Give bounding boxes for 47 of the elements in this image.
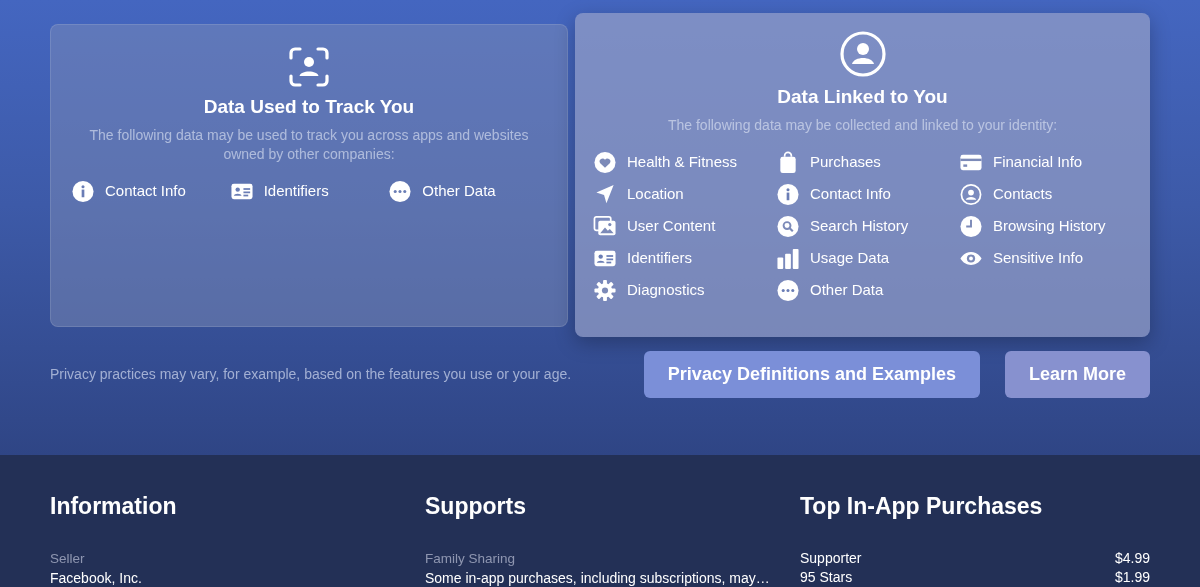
learn-more-button[interactable]: Learn More [1004, 351, 1150, 398]
bar-graph-icon [776, 246, 800, 270]
data-type-label: Financial Info [993, 151, 1083, 172]
face-scan-icon [289, 47, 329, 87]
data-type-label: Contact Info [810, 183, 891, 204]
info-label: Seller [50, 549, 86, 568]
gear-icon [593, 278, 617, 302]
info-label: Family Sharing [425, 549, 517, 568]
data-type-label: Health & Fitness [627, 151, 738, 172]
purchase-price: $4.99 [1114, 548, 1150, 568]
card-description: The following data may be used to track you across apps and websites owned by other companies: [88, 125, 530, 164]
section-heading: Supports [425, 492, 527, 521]
data-type-label: Identifiers [263, 180, 329, 201]
data-type-label: Other Data [422, 180, 496, 201]
info-icon [776, 182, 800, 206]
person-circle-icon [839, 31, 886, 77]
data-type-label: Diagnostics [627, 279, 705, 300]
purchase-price: $1.99 [1114, 567, 1150, 587]
data-type-label: Location [627, 183, 684, 204]
photos-icon [593, 214, 617, 238]
privacy-note: Privacy practices may vary, for example, based on the features you use or your age. [50, 365, 573, 384]
person-circle-icon [959, 182, 983, 206]
data-type-label: Identifiers [627, 247, 693, 268]
section-heading: Information [50, 492, 178, 521]
info-icon [71, 179, 95, 203]
data-type-label: User Content [627, 215, 716, 236]
info-value: Some in-app purchases, including subscriptions, may… [425, 568, 771, 587]
section-heading: Top In-App Purchases [800, 492, 1044, 521]
data-type-label: Contact Info [105, 180, 186, 201]
info-value: Facebook, Inc. [50, 568, 143, 587]
data-type-label: Usage Data [810, 247, 890, 268]
more-icon [388, 179, 413, 203]
purchase-name: Supporter [800, 548, 862, 568]
data-type-label: Purchases [810, 151, 881, 172]
card-description: The following data may be collected and linked to your identity: [666, 115, 1059, 135]
clock-icon [959, 214, 983, 238]
privacy-definitions-button[interactable]: Privacy Definitions and Examples [643, 351, 980, 398]
search-icon [776, 214, 800, 238]
data-type-label: Browsing History [993, 215, 1106, 236]
data-type-label: Contacts [993, 183, 1053, 204]
data-type-label: Sensitive Info [993, 247, 1084, 268]
data-type-label: Search History [810, 215, 909, 236]
data-type-label: Other Data [810, 279, 884, 300]
card-title: Data Linked to You [776, 85, 949, 109]
purchase-name: 95 Stars [800, 567, 853, 587]
card-title: Data Used to Track You [202, 95, 416, 119]
more-icon [776, 278, 800, 302]
